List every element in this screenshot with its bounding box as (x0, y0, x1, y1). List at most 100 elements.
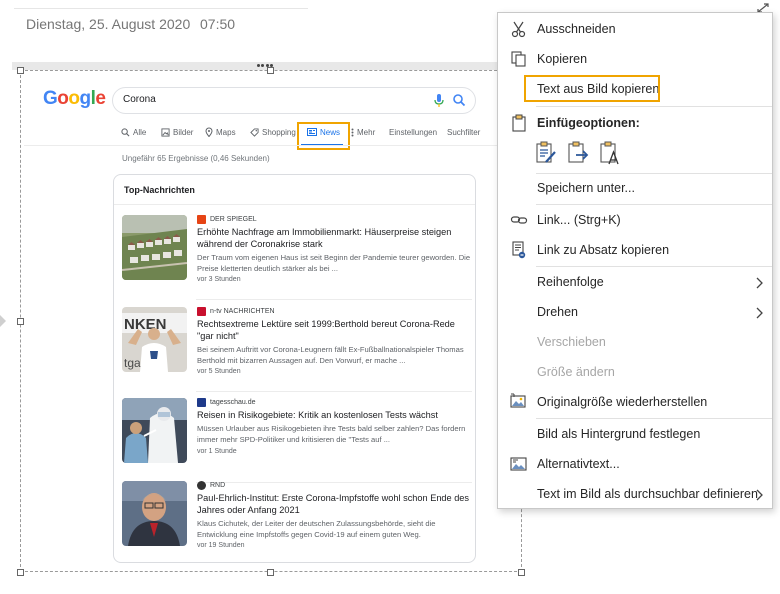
story-age: vor 3 Stunden (197, 276, 241, 283)
tab-mehr[interactable]: Mehr (351, 122, 375, 142)
menu-label: Größe ändern (537, 365, 615, 379)
story-source: RND (197, 481, 225, 490)
microphone-icon (433, 93, 445, 108)
menu-label: Alternativtext... (537, 457, 620, 471)
story-headline[interactable]: Paul-Ehrlich-Institut: Erste Corona-Impf… (197, 493, 471, 516)
tag-icon (250, 127, 259, 137)
menu-item-copy[interactable]: Kopieren (498, 44, 772, 74)
copy-icon (510, 50, 528, 68)
story-age: vor 19 Stunden (197, 542, 245, 549)
menu-label: Bild als Hintergrund festlegen (537, 427, 701, 441)
menu-item-order[interactable]: Reihenfolge (498, 267, 772, 297)
menu-item-save-as[interactable]: Speichern unter... (498, 173, 772, 203)
resize-handle-top-left[interactable] (17, 67, 24, 74)
resize-handle-bottom-right[interactable] (518, 569, 525, 576)
alt-text-icon (510, 455, 528, 473)
menu-item-cut[interactable]: Ausschneiden (498, 14, 772, 44)
story-thumbnail (122, 215, 187, 280)
tab-alle[interactable]: Alle (121, 122, 146, 142)
story-snippet: Klaus Cichutek, der Leiter der deutschen… (197, 519, 436, 539)
paragraph-link-icon (510, 241, 528, 259)
tab-suchfilter[interactable]: Suchfilter (447, 122, 480, 142)
link-icon (510, 211, 528, 229)
news-story[interactable]: RND Paul-Ehrlich-Institut: Erste Corona-… (122, 481, 472, 563)
source-name: tagesschau.de (210, 399, 256, 406)
note-time: 07:50 (200, 16, 236, 32)
story-snippet: Müssen Urlauber aus Risikogebieten ihre … (197, 424, 466, 444)
story-headline[interactable]: Erhöhte Nachfrage am Immobilienmarkt: Hä… (197, 227, 471, 250)
menu-item-alt-text[interactable]: Alternativtext... (498, 449, 772, 479)
note-date: Dienstag, 25. August 2020 (26, 16, 191, 32)
chevron-right-icon (754, 306, 764, 319)
menu-label: Drehen (537, 305, 578, 319)
tab-shopping[interactable]: Shopping (250, 122, 296, 142)
restore-image-size-icon (510, 393, 528, 411)
paste-keep-formatting-icon[interactable] (534, 140, 558, 166)
logo-letter: e (95, 88, 106, 109)
news-story[interactable]: NKEN tgar n-tv NACHRICHTEN Rechtsextreme… (122, 307, 472, 392)
story-source: tagesschau.de (197, 398, 256, 407)
expand-icon[interactable] (756, 0, 770, 13)
story-divider (196, 299, 472, 300)
news-story[interactable]: DER SPIEGEL Erhöhte Nachfrage am Immobil… (122, 215, 472, 300)
tab-label: Alle (133, 127, 147, 137)
menu-item-restore-size[interactable]: Originalgröße wiederherstellen (498, 387, 772, 417)
spiegel-logo-icon (197, 215, 206, 224)
tab-label: Mehr (357, 127, 376, 137)
copy-text-highlight (524, 75, 660, 102)
menu-item-link[interactable]: Link... (Strg+K) (498, 205, 772, 235)
menu-item-copy-paragraph-link[interactable]: Link zu Absatz kopieren (498, 235, 772, 265)
note-title-rule (14, 8, 308, 9)
story-thumbnail: NKEN tgar (122, 307, 187, 372)
tab-label: Suchfilter (447, 127, 481, 137)
news-story[interactable]: tagesschau.de Reisen in Risikogebiete: K… (122, 398, 472, 483)
search-query: Corona (123, 94, 156, 105)
tab-maps[interactable]: Maps (205, 122, 236, 142)
story-thumbnail (122, 481, 187, 546)
logo-letter: o (57, 88, 69, 109)
tab-label: Shopping (262, 127, 296, 137)
side-collapse-arrow[interactable] (0, 315, 6, 327)
story-snippet: Bei seinem Auftritt vor Corona-Leugnern … (197, 345, 464, 365)
source-name: DER SPIEGEL (210, 216, 257, 223)
result-count: Ungefähr 65 Ergebnisse (0,46 Sekunden) (122, 154, 270, 163)
chevron-right-icon (754, 488, 764, 501)
menu-separator (536, 106, 772, 107)
logo-letter: o (68, 88, 80, 109)
menu-item-make-searchable[interactable]: Text im Bild als durchsuchbar definieren (498, 479, 772, 509)
card-divider (114, 204, 475, 205)
menu-item-move: Verschieben (498, 327, 772, 357)
tab-bilder[interactable]: Bilder (161, 122, 193, 142)
search-box[interactable]: Corona (112, 87, 476, 114)
menu-item-rotate[interactable]: Drehen (498, 297, 772, 327)
paste-merge-formatting-icon[interactable] (566, 140, 590, 166)
menu-label: Originalgröße wiederherstellen (537, 395, 708, 409)
story-headline[interactable]: Reisen in Risikogebiete: Kritik an koste… (197, 410, 471, 422)
search-icon (121, 127, 130, 136)
menu-label: Speichern unter... (537, 181, 635, 195)
paste-text-only-icon[interactable] (598, 140, 622, 166)
story-source: DER SPIEGEL (197, 215, 257, 224)
svg-text:NKEN: NKEN (124, 316, 167, 333)
story-snippet: Der Traum vom eigenen Haus ist seit Begi… (197, 253, 471, 273)
source-name: n-tv NACHRICHTEN (210, 308, 275, 315)
tab-einstellungen[interactable]: Einstellungen (389, 122, 437, 142)
resize-handle-top[interactable] (267, 67, 274, 74)
resize-handle-bottom[interactable] (267, 569, 274, 576)
menu-label: Text im Bild als durchsuchbar definieren (537, 487, 758, 501)
chevron-right-icon (754, 276, 764, 289)
logo-letter: g (79, 88, 92, 109)
tab-label: Einstellungen (389, 127, 438, 137)
ntv-logo-icon (197, 307, 206, 316)
menu-item-set-background[interactable]: Bild als Hintergrund festlegen (498, 419, 772, 449)
story-divider (196, 391, 472, 392)
menu-label: Einfügeoptionen: (537, 116, 640, 130)
menu-label: Kopieren (537, 52, 588, 66)
logo-letter: G (43, 88, 58, 109)
clipboard-icon (510, 114, 528, 132)
menu-item-resize: Größe ändern (498, 357, 772, 387)
menu-label: Link... (Strg+K) (537, 213, 621, 227)
story-headline[interactable]: Rechtsextreme Lektüre seit 1999:Berthold… (197, 319, 471, 342)
resize-handle-left[interactable] (17, 318, 24, 325)
resize-handle-bottom-left[interactable] (17, 569, 24, 576)
